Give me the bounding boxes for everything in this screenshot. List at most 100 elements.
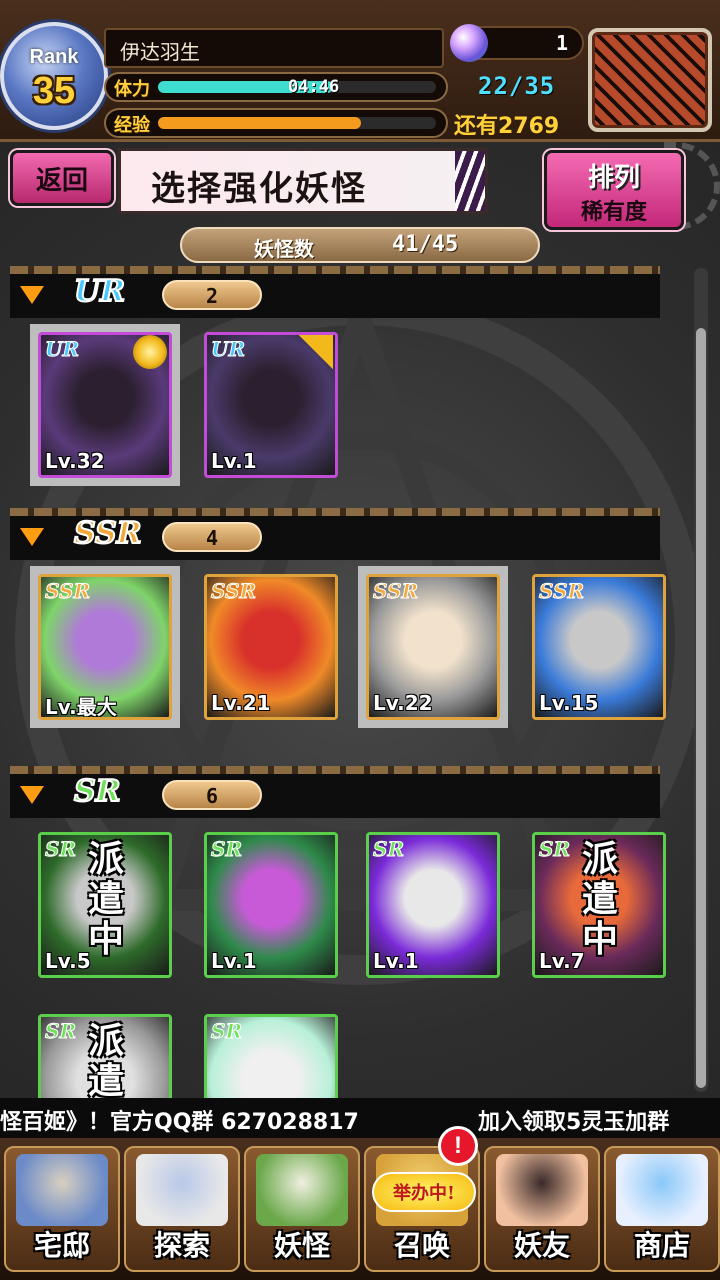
- nav-label: 妖怪: [273, 1229, 330, 1262]
- nav-crystal-ball[interactable]: 商店: [604, 1146, 720, 1272]
- exp-fill: [158, 117, 361, 129]
- collapse-triangle-icon: [20, 528, 44, 546]
- monster-card[interactable]: SSR Lv.22: [358, 566, 508, 728]
- monster-card[interactable]: UR Lv.32: [30, 324, 180, 486]
- card-frame: SSR Lv.15: [532, 574, 666, 720]
- header-rail: [10, 766, 660, 774]
- card-rarity-tag: SR: [44, 1019, 77, 1044]
- sort-value: 稀有度: [580, 199, 647, 225]
- card-frame: SR Lv.5 派遣中: [38, 832, 172, 978]
- scrollbar-thumb[interactable]: [696, 328, 706, 1088]
- group-header-sr[interactable]: SR 6: [10, 766, 660, 818]
- card-frame: SSR Lv.最大: [38, 574, 172, 720]
- magnifier-map-icon: [136, 1154, 228, 1226]
- nav-scroll[interactable]: 妖怪: [244, 1146, 360, 1272]
- card-frame: SR 派遣: [38, 1014, 172, 1098]
- card-rarity-tag: UR: [210, 337, 246, 362]
- card-frame: SSR Lv.21: [204, 574, 338, 720]
- card-rarity-tag: SR: [44, 837, 77, 862]
- monster-card[interactable]: SR Lv.1: [358, 824, 508, 986]
- card-frame: UR Lv.32: [38, 332, 172, 478]
- collapse-triangle-icon: [20, 286, 44, 304]
- nav-friend[interactable]: 妖友: [484, 1146, 600, 1272]
- dispatch-status: 派遣中: [87, 838, 124, 960]
- card-rarity-tag: SR: [372, 837, 405, 862]
- monster-card[interactable]: SSR Lv.15: [524, 566, 674, 728]
- page-title-banner: 选择强化妖怪: [118, 148, 488, 214]
- nav-label: 商店: [633, 1229, 690, 1262]
- stamina-track: 04:46: [158, 77, 436, 97]
- card-frame: UR Lv.1: [204, 332, 338, 478]
- rarity-label: SR: [73, 773, 122, 810]
- sort-button[interactable]: 排列 稀有度: [544, 150, 684, 230]
- stamina-value: 22/35: [478, 72, 556, 100]
- card-rarity-tag: SSR: [538, 579, 585, 604]
- monster-card[interactable]: UR Lv.1: [196, 324, 346, 486]
- monster-count-value: 41/45: [392, 232, 459, 257]
- ticker-text-right: 加入领取5灵玉加群: [478, 1110, 670, 1135]
- monster-count-label: 妖怪数: [254, 237, 314, 261]
- scroll-icon: [256, 1154, 348, 1226]
- group-count: 6: [162, 780, 262, 810]
- card-rarity-tag: SSR: [372, 579, 419, 604]
- rarity-label: UR: [73, 273, 126, 310]
- monster-card[interactable]: SR Lv.5 派遣中: [30, 824, 180, 986]
- friend-icon: [496, 1154, 588, 1226]
- gold-medal-icon: [133, 335, 167, 369]
- exp-track: [158, 117, 436, 129]
- crystal-ball-icon: [616, 1154, 708, 1226]
- event-active-tag: 举办中!: [372, 1172, 476, 1212]
- nav-label: 宅邸: [33, 1229, 90, 1262]
- monster-count-pill: 妖怪数 41/45: [180, 227, 540, 263]
- card-level: Lv.最大: [45, 695, 117, 719]
- exp-remaining: 还有2769: [454, 114, 560, 139]
- nav-magnifier-map[interactable]: 探索: [124, 1146, 240, 1272]
- mansion-icon: [16, 1154, 108, 1226]
- rank-label: Rank: [29, 46, 79, 68]
- rank-number: 35: [32, 70, 76, 112]
- card-level: Lv.32: [45, 449, 105, 473]
- status-bar: Rank 35 伊达羽生 体力 04:46 经验 1 22/35 还有2769: [0, 0, 720, 142]
- nav-label: 妖友: [513, 1229, 570, 1262]
- stamina-label: 体力: [114, 79, 150, 100]
- card-rarity-tag: SR: [210, 1019, 243, 1044]
- orb-count: 1: [555, 31, 568, 55]
- card-rarity-tag: SR: [538, 837, 571, 862]
- monster-card[interactable]: SSR Lv.最大: [30, 566, 180, 728]
- rank-badge[interactable]: Rank 35: [0, 22, 108, 130]
- group-count: 4: [162, 522, 262, 552]
- card-level: Lv.1: [373, 949, 419, 973]
- sort-title: 排列: [587, 163, 640, 193]
- monster-card[interactable]: SR Lv.1: [196, 824, 346, 986]
- star-corner-icon: [299, 335, 333, 369]
- summon-alert-badge: !: [438, 1126, 478, 1166]
- group-header-ssr[interactable]: SSR 4: [10, 508, 660, 560]
- monster-card[interactable]: SR Lv.7 派遣中: [524, 824, 674, 986]
- back-button[interactable]: 返回: [10, 150, 114, 206]
- card-frame: SR: [204, 1014, 338, 1098]
- spirit-orb-icon: [450, 24, 488, 62]
- card-level: Lv.15: [539, 691, 599, 715]
- monster-card[interactable]: SR 派遣: [30, 1006, 180, 1098]
- group-count: 2: [162, 280, 262, 310]
- card-level: Lv.21: [211, 691, 271, 715]
- stamina-timer: 04:46: [288, 77, 340, 97]
- gift-box-icon[interactable]: [588, 28, 712, 132]
- collapse-triangle-icon: [20, 786, 44, 804]
- header-rail: [10, 266, 660, 274]
- exp-bar: 经验: [104, 108, 448, 138]
- dispatch-status: 派遣: [87, 1020, 124, 1098]
- nav-mansion[interactable]: 宅邸: [4, 1146, 120, 1272]
- ticker-text-left: 怪百姬》！官方QQ群 627028817: [0, 1110, 359, 1135]
- card-frame: SR Lv.1: [366, 832, 500, 978]
- player-name: 伊达羽生: [104, 28, 444, 68]
- group-header-ur[interactable]: UR 2: [10, 266, 660, 318]
- monster-card[interactable]: SR: [196, 1006, 346, 1098]
- monster-card[interactable]: SSR Lv.21: [196, 566, 346, 728]
- nav-label: 召唤: [393, 1229, 450, 1262]
- spirit-orb-counter[interactable]: 1: [450, 24, 584, 62]
- news-ticker: 怪百姬》！官方QQ群 627028817 加入领取5灵玉加群: [0, 1098, 720, 1138]
- scrollbar[interactable]: [694, 268, 708, 1092]
- bottom-nav: 宅邸 探索 妖怪 召唤 妖友 商店: [0, 1138, 720, 1280]
- card-frame: SR Lv.7 派遣中: [532, 832, 666, 978]
